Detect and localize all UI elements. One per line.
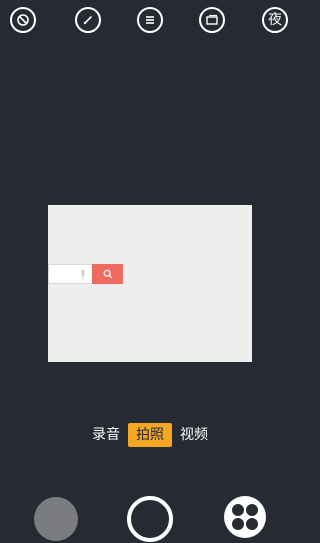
timer-off-button[interactable] [10,7,36,33]
preview-search-input [48,264,92,284]
menu-button[interactable] [137,7,163,33]
aspect-ratio-button[interactable] [199,7,225,33]
effects-dot-icon [246,504,258,516]
aspect-ratio-icon [206,14,218,25]
speedometer-icon [83,16,92,25]
speed-button[interactable] [75,7,101,33]
night-mode-button[interactable]: 夜 [262,7,288,33]
mode-selector: 录音 拍照 视频 [0,423,300,447]
effects-dot-icon [232,518,244,530]
effects-dot-icon [246,518,258,530]
mode-video[interactable]: 视频 [178,423,210,447]
search-icon [103,269,112,279]
night-mode-icon: 夜 [268,12,282,28]
timer-off-icon [17,14,29,26]
bottom-controls [0,493,300,543]
menu-icon [146,16,154,24]
effects-button[interactable] [224,496,266,538]
gallery-thumbnail[interactable] [34,497,78,541]
preview-search-bar [48,264,123,284]
mode-photo[interactable]: 拍照 [128,423,172,447]
preview-search-button [92,264,123,284]
effects-dot-icon [232,504,244,516]
shutter-button[interactable] [127,496,173,542]
mode-audio[interactable]: 录音 [90,423,122,447]
top-toolbar: 夜 [0,0,300,44]
microphone-icon [81,269,85,281]
camera-preview[interactable] [48,205,252,362]
